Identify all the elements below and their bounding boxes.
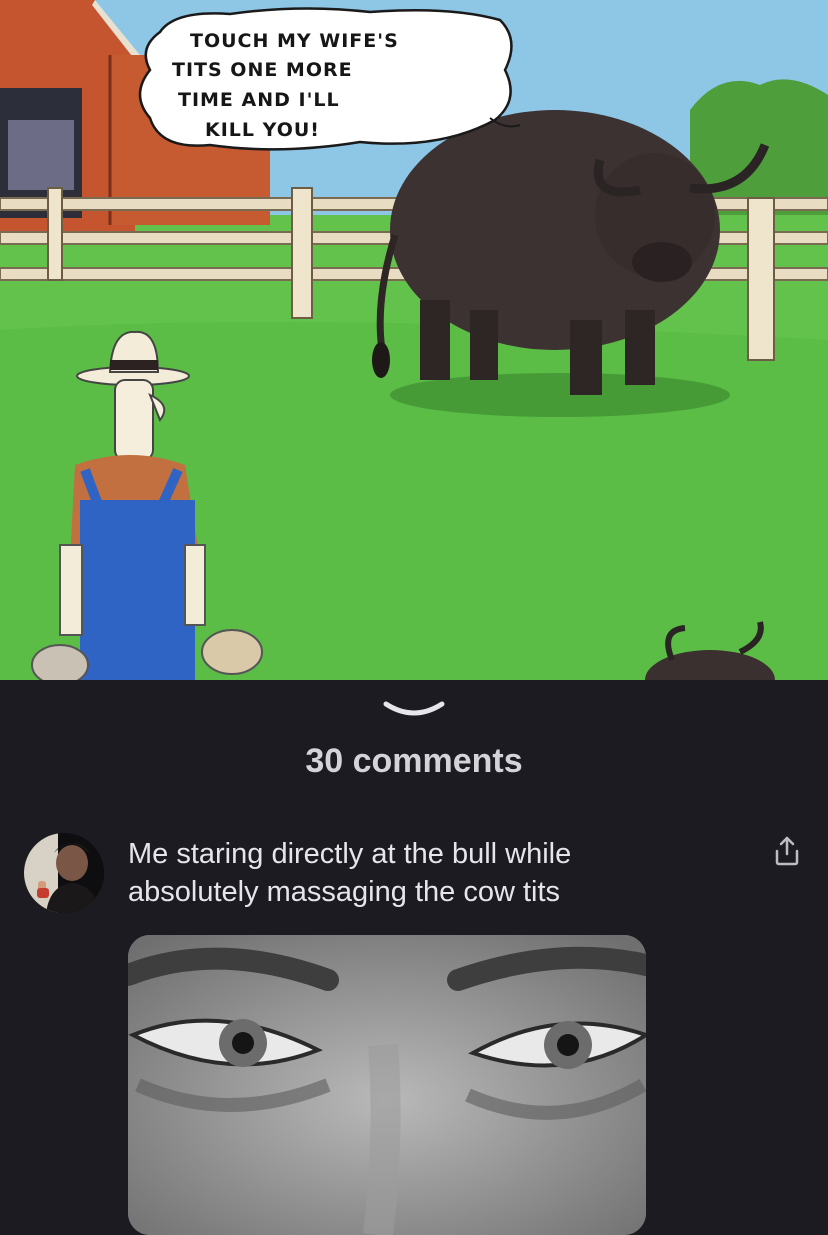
speech-bubble-line-1: TOUCH MY WIFE'S — [190, 30, 399, 52]
comment-text: Me staring directly at the bull while ab… — [128, 838, 572, 908]
cartoon-illustration: TOUCH MY WIFE'S TITS ONE MORE TIME AND I… — [0, 0, 828, 680]
avatar[interactable] — [24, 833, 104, 913]
chevron-down-icon[interactable] — [382, 696, 446, 722]
share-icon[interactable] — [772, 835, 802, 867]
comment-image[interactable] — [128, 935, 646, 1235]
speech-bubble-line-4: KILL YOU! — [205, 119, 320, 141]
post-image[interactable]: TOUCH MY WIFE'S TITS ONE MORE TIME AND I… — [0, 0, 828, 680]
comments-count-label: 30 comments — [305, 742, 523, 780]
speech-bubble-line-2: TITS ONE MORE — [172, 59, 353, 81]
speech-bubble-line-3: TIME AND I'LL — [178, 89, 340, 111]
